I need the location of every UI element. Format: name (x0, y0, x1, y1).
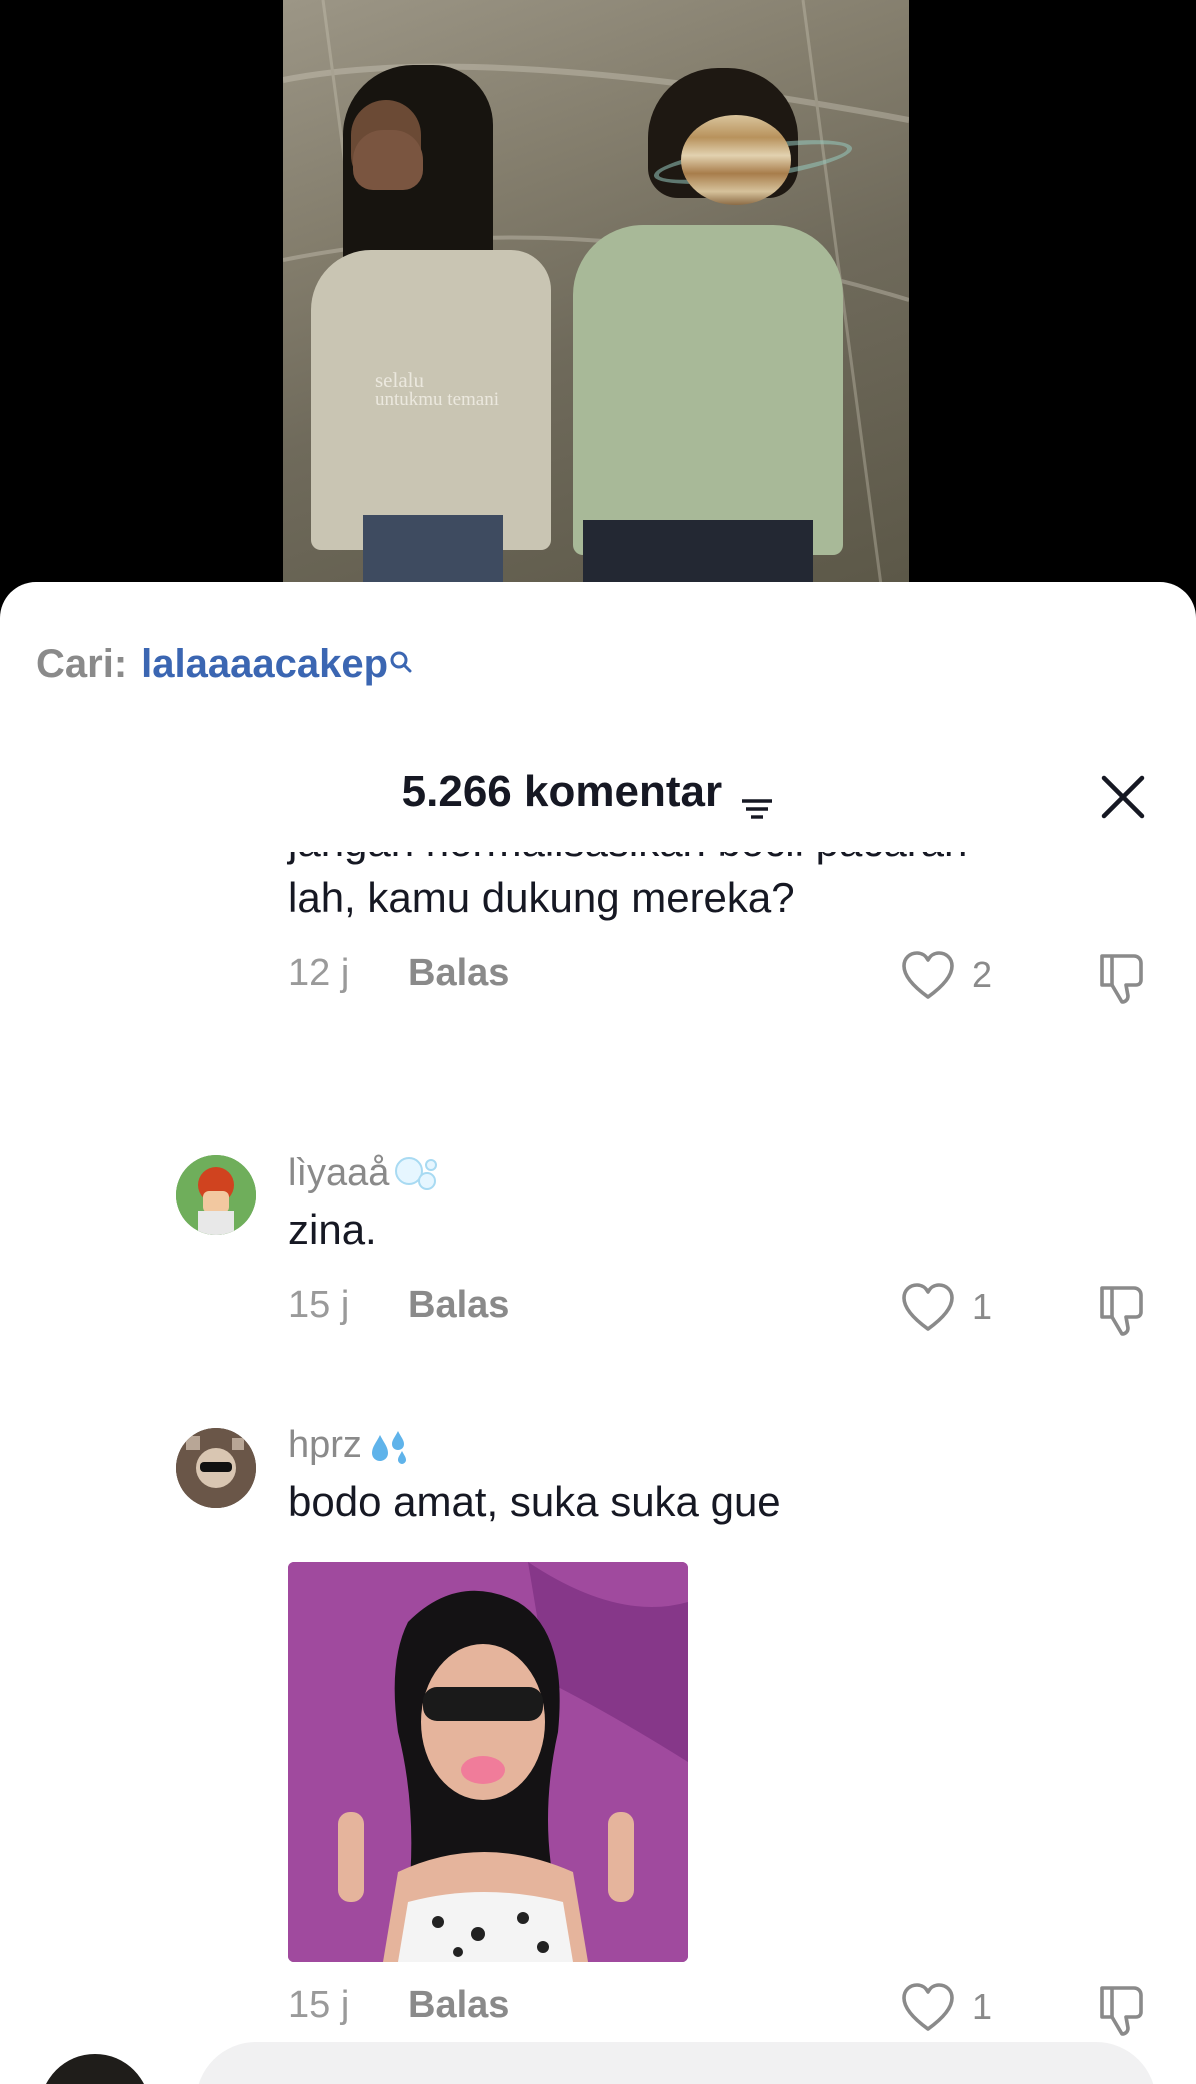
comment-meta: 15 j Balas 1 (288, 1982, 1168, 2036)
comment-partial-line: jangan normalisasikan bocil pacaran (288, 852, 967, 868)
comment-text: lah, kamu dukung mereka? (288, 874, 795, 921)
boy-figure-shirt (573, 225, 843, 555)
comment-meta: 15 j Balas 1 (288, 1282, 1168, 1336)
comment-sticker-image[interactable] (288, 1562, 688, 1962)
username[interactable]: hprz (288, 1424, 414, 1467)
avatar[interactable] (176, 1155, 256, 1235)
username[interactable]: lìyaaå (288, 1152, 441, 1195)
comments-header: 5.266 komentar (0, 767, 1196, 820)
caption-line-2: untukmu temani (375, 389, 500, 410)
search-suggestion[interactable]: Cari: lalaaaacakep (36, 642, 412, 687)
planet-sticker (681, 115, 791, 205)
filter-icon[interactable] (740, 782, 774, 820)
comment-count-title: 5.266 komentar (401, 767, 723, 816)
avatar[interactable] (176, 1428, 256, 1508)
search-icon (390, 644, 412, 673)
comment-input-field[interactable] (196, 2042, 1156, 2084)
reply-button[interactable]: Balas (408, 1284, 509, 1327)
like-count: 1 (972, 1986, 993, 2027)
thumbs-down-icon[interactable] (1094, 950, 1150, 1006)
heart-icon[interactable] (900, 1282, 956, 1334)
caption-line-1: selalu (375, 368, 424, 392)
video-caption-overlay: selalu untukmu temani (375, 370, 499, 410)
video-frame[interactable]: selalu untukmu temani (283, 0, 909, 600)
like-count: 2 (972, 954, 993, 995)
girl-figure-hand (353, 130, 423, 190)
bubbles-icon (393, 1155, 441, 1195)
search-query-link[interactable]: lalaaaacakep (141, 642, 388, 686)
thumbs-down-icon[interactable] (1094, 1282, 1150, 1338)
reply-button[interactable]: Balas (408, 952, 509, 995)
app-screen: selalu untukmu temani Cari: lalaaaacakep … (0, 0, 1196, 2084)
comments-list[interactable]: jangan normalisasikan bocil pacaran lah,… (0, 852, 1196, 2084)
username-text: lìyaaå (288, 1152, 390, 1194)
heart-icon[interactable] (900, 1982, 956, 2034)
thumbs-down-icon[interactable] (1094, 1982, 1150, 2038)
sweat-droplets-icon (366, 1427, 414, 1467)
reply-button[interactable]: Balas (408, 1984, 509, 2027)
username-text: hprz (288, 1424, 362, 1466)
search-prefix: Cari: (36, 642, 128, 686)
heart-icon[interactable] (900, 950, 956, 1002)
close-icon (1101, 775, 1145, 819)
like-count: 1 (972, 1286, 993, 1327)
comment-meta: 12 j Balas 2 (288, 950, 1168, 1004)
close-button[interactable] (1098, 772, 1148, 822)
comment-time: 15 j (288, 1984, 350, 2026)
comment-time: 15 j (288, 1284, 350, 1326)
comments-sheet: Cari: lalaaaacakep 5.266 komentar jangan … (0, 582, 1196, 2084)
comment-time: 12 j (288, 952, 350, 994)
comment-text: zina. (288, 1206, 377, 1253)
comment-text: bodo amat, suka suka gue (288, 1478, 781, 1525)
